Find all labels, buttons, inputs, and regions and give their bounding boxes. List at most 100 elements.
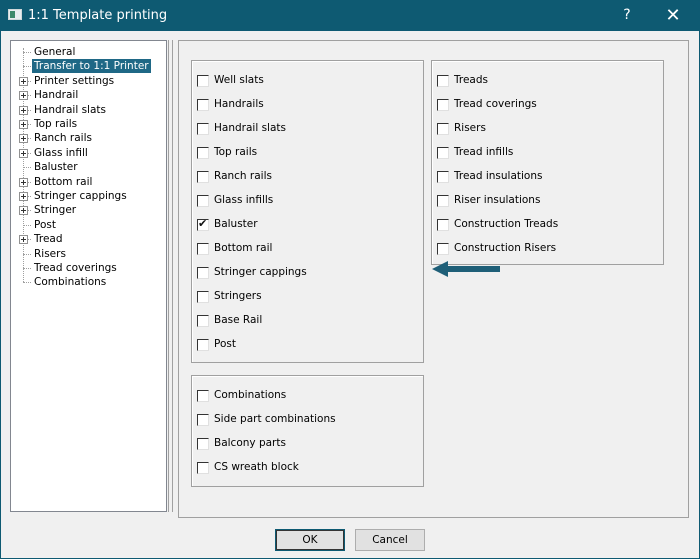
expand-plus-icon[interactable] (19, 91, 28, 101)
app-window-icon (8, 9, 22, 20)
checkbox[interactable] (197, 195, 209, 207)
checkbox[interactable] (197, 171, 209, 183)
checkbox[interactable] (437, 99, 449, 111)
tree-item-label: Risers (34, 247, 66, 260)
tree-connector-line (23, 52, 31, 53)
tree-item[interactable]: Top rails (11, 117, 166, 131)
tree-connector-line (23, 66, 31, 68)
tree-item-label: Post (34, 218, 56, 231)
tree-item[interactable]: Stringer cappings (11, 189, 166, 203)
checkbox[interactable] (197, 291, 209, 303)
component-group-main: Well slats Handrails Handrail slats Top rai… (191, 60, 424, 363)
checkbox[interactable] (197, 147, 209, 159)
checkbox-label: Handrails (214, 98, 264, 110)
checkbox-label: Base Rail (214, 314, 263, 326)
checkbox[interactable] (437, 75, 449, 87)
checkbox[interactable] (437, 243, 449, 255)
checkbox[interactable] (197, 75, 209, 87)
tree-item[interactable]: Stringer (11, 203, 166, 217)
tree-item[interactable]: Ranch rails (11, 131, 166, 145)
expand-plus-icon[interactable] (19, 235, 28, 245)
expand-plus-icon[interactable] (19, 120, 28, 129)
checkbox[interactable] (437, 171, 449, 183)
tree-item-label: Combinations (34, 276, 107, 289)
tree-item[interactable]: Bottom rail (11, 175, 166, 189)
expand-plus-icon[interactable] (19, 105, 28, 115)
checkbox[interactable] (437, 219, 449, 231)
tree-item[interactable]: Risers (11, 247, 166, 261)
checkbox[interactable] (197, 315, 209, 327)
tree-item[interactable]: Glass infill (11, 146, 166, 160)
tree-item-label: Stringer (34, 204, 77, 217)
dialog-window: 1:1 Template printing ? ✕ General Transfe… (0, 0, 700, 559)
checkbox[interactable] (197, 217, 209, 231)
tree-connector-line (23, 253, 31, 255)
checkbox-label: Baluster (214, 218, 258, 230)
expand-plus-icon[interactable] (19, 206, 28, 216)
tree-item-label: Ranch rails (34, 132, 92, 145)
checkbox-label: Bottom rail (214, 242, 273, 254)
tree-connector-line (23, 282, 31, 284)
checkbox[interactable] (197, 390, 209, 402)
tree-item[interactable]: Transfer to 1:1 Printer (11, 59, 166, 74)
tree-item[interactable]: General (11, 45, 166, 59)
tree-item[interactable]: Post (11, 218, 166, 232)
tree-item-label: General (34, 46, 76, 58)
tree-item[interactable]: Handrail (11, 88, 166, 102)
checkbox-label: Treads (454, 74, 488, 86)
checkbox[interactable] (197, 243, 209, 255)
checkbox[interactable] (197, 267, 209, 279)
cancel-button[interactable]: Cancel (355, 529, 425, 551)
tree-item-label: Transfer to 1:1 Printer (32, 59, 151, 74)
checkbox-label: Construction Treads (454, 218, 559, 230)
checkbox[interactable] (197, 123, 209, 135)
ok-button[interactable]: OK (275, 529, 345, 551)
expand-plus-icon[interactable] (19, 134, 28, 144)
tree-item-label: Tread (34, 233, 63, 246)
checkbox[interactable] (437, 123, 449, 135)
tree-item[interactable]: Handrail slats (11, 103, 166, 117)
pointer-arrow-icon (432, 261, 500, 277)
tree-connector-line (23, 167, 31, 169)
checkbox[interactable] (197, 414, 209, 426)
component-group-combinations: Combinations Side part combinations Balcon… (191, 375, 424, 487)
category-tree[interactable]: General Transfer to 1:1 Printer Printer se… (10, 40, 167, 512)
checkbox-label: Glass infills (214, 194, 274, 206)
checkbox-label: Riser insulations (454, 194, 541, 206)
splitter[interactable] (168, 40, 173, 512)
checkbox-label: Balcony parts (214, 437, 286, 449)
expand-plus-icon[interactable] (19, 76, 28, 86)
tree-item-label: Baluster (34, 161, 78, 174)
tree-item[interactable]: Baluster (11, 160, 166, 174)
checkbox[interactable] (197, 438, 209, 450)
checkbox[interactable] (197, 462, 209, 474)
expand-plus-icon[interactable] (19, 148, 28, 158)
tree-item-label: Handrail (34, 89, 79, 102)
tree-item[interactable]: Combinations (11, 275, 166, 289)
close-button[interactable]: ✕ (650, 0, 696, 31)
tree-item-label: Handrail slats (34, 103, 106, 116)
checkbox-label: Top rails (214, 146, 258, 158)
help-button[interactable]: ? (604, 0, 650, 31)
expand-plus-icon[interactable] (19, 192, 28, 201)
tree-item[interactable]: Tread coverings (11, 261, 166, 275)
checkbox-label: Stringers (214, 290, 262, 302)
dialog-client-area: General Transfer to 1:1 Printer Printer se… (1, 31, 699, 558)
tree-item-label: Bottom rail (34, 175, 93, 188)
checkbox-label: Tread coverings (454, 98, 537, 110)
checkbox[interactable] (437, 195, 449, 207)
checkbox-label: Combinations (214, 389, 287, 401)
title-bar[interactable]: 1:1 Template printing ? ✕ (0, 0, 700, 31)
tree-item-label: Stringer cappings (34, 190, 127, 202)
tree-item[interactable]: Printer settings (11, 74, 166, 88)
checkbox-label: Well slats (214, 74, 264, 86)
checkbox-label: Construction Risers (454, 242, 557, 254)
checkbox[interactable] (197, 339, 209, 351)
tree-item-label: Glass infill (34, 146, 88, 159)
tree-connector-line (23, 224, 31, 226)
checkbox[interactable] (197, 99, 209, 111)
checkbox-label: CS wreath block (214, 461, 299, 473)
expand-plus-icon[interactable] (19, 177, 28, 187)
checkbox[interactable] (437, 147, 449, 159)
tree-item[interactable]: Tread (11, 232, 166, 246)
